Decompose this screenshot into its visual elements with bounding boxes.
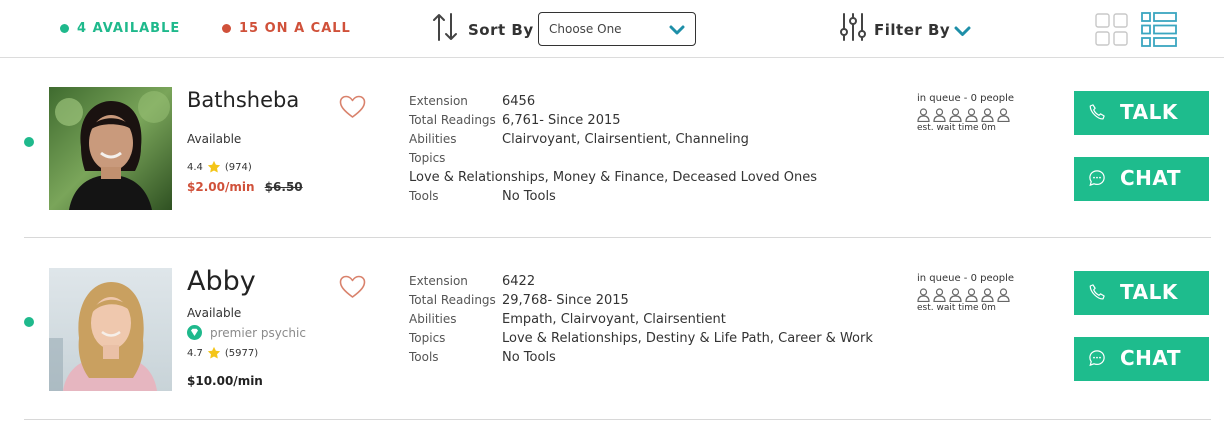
person-icon: [965, 108, 978, 122]
phone-icon: [1089, 104, 1105, 120]
person-icon: [981, 108, 994, 122]
on-call-dot-icon: [222, 24, 231, 33]
person-icon: [917, 288, 930, 302]
talk-button[interactable]: TALK: [1074, 91, 1209, 135]
filter-chevron-down-icon[interactable]: [954, 26, 971, 37]
psychic-card: Abby Available premier psychic 4.7 (5977…: [0, 238, 1224, 420]
availability-status: Available: [187, 306, 242, 320]
talk-label: TALK: [1120, 280, 1178, 304]
chat-bubble-icon: [1089, 170, 1105, 187]
tools-value: No Tools: [502, 189, 556, 204]
chat-label: CHAT: [1120, 346, 1181, 370]
chat-button[interactable]: CHAT: [1074, 337, 1209, 381]
price: $10.00/min: [187, 374, 263, 388]
review-count[interactable]: (974): [225, 162, 252, 173]
extension-value: 6422: [502, 274, 536, 289]
chevron-down-icon: [669, 25, 685, 35]
star-icon: [207, 160, 221, 173]
person-icon: [997, 108, 1010, 122]
sort-arrows-icon[interactable]: [432, 12, 458, 42]
sort-dropdown[interactable]: Choose One: [538, 12, 696, 46]
abilities-label: Abilities: [409, 132, 457, 146]
extension-label: Extension: [409, 94, 468, 108]
favorite-heart-icon[interactable]: [339, 95, 366, 119]
talk-button[interactable]: TALK: [1074, 271, 1209, 315]
estimated-wait: est. wait time 0m: [917, 303, 996, 313]
person-icon: [997, 288, 1010, 302]
tools-label: Tools: [409, 189, 439, 203]
person-icon: [949, 108, 962, 122]
queue-count: in queue - 0 people: [917, 93, 1015, 104]
psychic-name[interactable]: Abby: [187, 266, 256, 297]
extension-label: Extension: [409, 274, 468, 288]
total-readings-label: Total Readings: [409, 113, 496, 127]
rating-value: 4.4: [187, 161, 203, 173]
tools-label: Tools: [409, 350, 439, 364]
available-text: 4 AVAILABLE: [77, 21, 181, 36]
person-icon: [981, 288, 994, 302]
queue-info: in queue - 0 people est. wait time 0m: [917, 273, 1027, 313]
grid-view-icon[interactable]: [1095, 13, 1128, 46]
available-dot-icon: [60, 24, 69, 33]
total-readings-value: 6,761- Since 2015: [502, 113, 621, 128]
chat-label: CHAT: [1120, 166, 1181, 190]
premier-badge: premier psychic: [187, 325, 306, 340]
topics-label: Topics: [409, 151, 446, 165]
premier-diamond-icon: [187, 325, 202, 340]
chat-button[interactable]: CHAT: [1074, 157, 1209, 201]
rating-value: 4.7: [187, 347, 203, 359]
psychic-photo[interactable]: [49, 87, 172, 210]
abilities-value: Clairvoyant, Clairsentient, Channeling: [502, 132, 749, 147]
list-view-icon[interactable]: [1141, 12, 1177, 47]
premier-label: premier psychic: [210, 325, 306, 340]
person-icon: [917, 108, 930, 122]
available-count[interactable]: 4 AVAILABLE: [60, 21, 180, 36]
online-status-dot-icon: [24, 317, 34, 327]
star-icon: [207, 346, 221, 359]
current-price: $2.00/min: [187, 180, 255, 194]
filter-sliders-icon[interactable]: [840, 12, 866, 42]
review-count[interactable]: (5977): [225, 348, 258, 359]
person-icon: [933, 288, 946, 302]
abilities-label: Abilities: [409, 312, 457, 326]
psychic-photo[interactable]: [49, 268, 172, 391]
old-price: $6.50: [264, 180, 303, 194]
total-readings-value: 29,768- Since 2015: [502, 293, 629, 308]
psychic-name[interactable]: Bathsheba: [187, 88, 299, 112]
topics-label: Topics: [409, 331, 446, 345]
person-icon: [933, 108, 946, 122]
psychic-card: Bathsheba Available 4.4 (974) $2.00/min …: [0, 58, 1224, 238]
availability-status: Available: [187, 132, 242, 146]
sort-label: Sort By: [468, 21, 534, 39]
price: $2.00/min $6.50: [187, 180, 303, 194]
rating: 4.7 (5977): [187, 346, 258, 360]
extension-value: 6456: [502, 94, 536, 109]
queue-slots: [917, 108, 1027, 122]
favorite-heart-icon[interactable]: [339, 275, 366, 299]
topics-value: Love & Relationships, Destiny & Life Pat…: [502, 331, 873, 346]
talk-label: TALK: [1120, 100, 1178, 124]
sort-value: Choose One: [549, 22, 622, 36]
total-readings-label: Total Readings: [409, 293, 496, 307]
card-divider: [24, 419, 1211, 420]
topics-value: Love & Relationships, Money & Finance, D…: [409, 170, 817, 185]
online-status-dot-icon: [24, 137, 34, 147]
chat-bubble-icon: [1089, 350, 1105, 367]
queue-info: in queue - 0 people est. wait time 0m: [917, 93, 1027, 133]
queue-count: in queue - 0 people: [917, 273, 1015, 284]
abilities-value: Empath, Clairvoyant, Clairsentient: [502, 312, 726, 327]
on-call-text: 15 ON A CALL: [239, 21, 351, 36]
toolbar: 4 AVAILABLE 15 ON A CALL Sort By Choose …: [0, 0, 1224, 58]
person-icon: [949, 288, 962, 302]
on-call-count[interactable]: 15 ON A CALL: [222, 21, 351, 36]
rating: 4.4 (974): [187, 160, 252, 174]
tools-value: No Tools: [502, 350, 556, 365]
person-icon: [965, 288, 978, 302]
queue-slots: [917, 288, 1027, 302]
current-price: $10.00/min: [187, 374, 263, 388]
phone-icon: [1089, 284, 1105, 300]
filter-label[interactable]: Filter By: [874, 21, 950, 39]
estimated-wait: est. wait time 0m: [917, 123, 996, 133]
